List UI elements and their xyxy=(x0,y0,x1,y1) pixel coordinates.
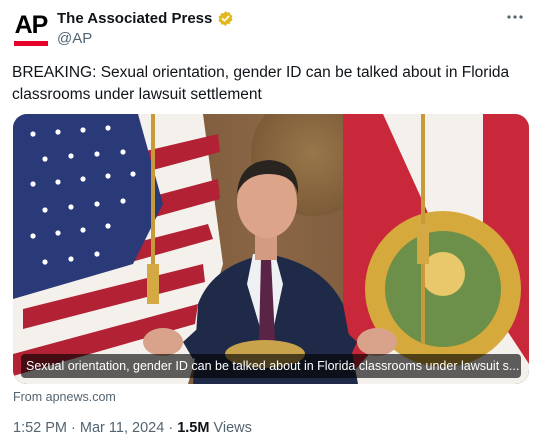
meta-separator: · xyxy=(71,420,76,436)
author-name-row: The Associated Press xyxy=(57,10,234,27)
avatar-logo-text: AP xyxy=(14,11,49,39)
avatar[interactable]: AP xyxy=(12,11,50,51)
avatar-logo-bar xyxy=(14,41,48,46)
tweet-date[interactable]: Mar 11, 2024 xyxy=(80,420,164,436)
views-count: 1.5M xyxy=(177,420,210,436)
author-handle[interactable]: @AP xyxy=(57,30,92,47)
link-source[interactable]: From apnews.com xyxy=(13,390,116,404)
verified-badge-icon xyxy=(217,10,234,27)
media-caption: Sexual orientation, gender ID can be tal… xyxy=(26,359,520,373)
more-options-button[interactable] xyxy=(504,8,526,26)
media-card[interactable]: Sexual orientation, gender ID can be tal… xyxy=(13,114,529,384)
more-horizontal-icon xyxy=(507,15,523,19)
meta-separator-2: · xyxy=(168,420,174,436)
tweet-meta: 1:52 PM · Mar 11, 2024 · 1.5M Views xyxy=(13,420,252,436)
media-image xyxy=(13,114,529,384)
tweet-time[interactable]: 1:52 PM xyxy=(13,420,67,436)
tweet-text: BREAKING: Sexual orientation, gender ID … xyxy=(12,64,510,103)
author-display-name[interactable]: The Associated Press xyxy=(57,10,212,27)
views-label: Views xyxy=(213,420,252,436)
tweet: AP The Associated Press @AP BREAKING: Se… xyxy=(0,0,540,446)
